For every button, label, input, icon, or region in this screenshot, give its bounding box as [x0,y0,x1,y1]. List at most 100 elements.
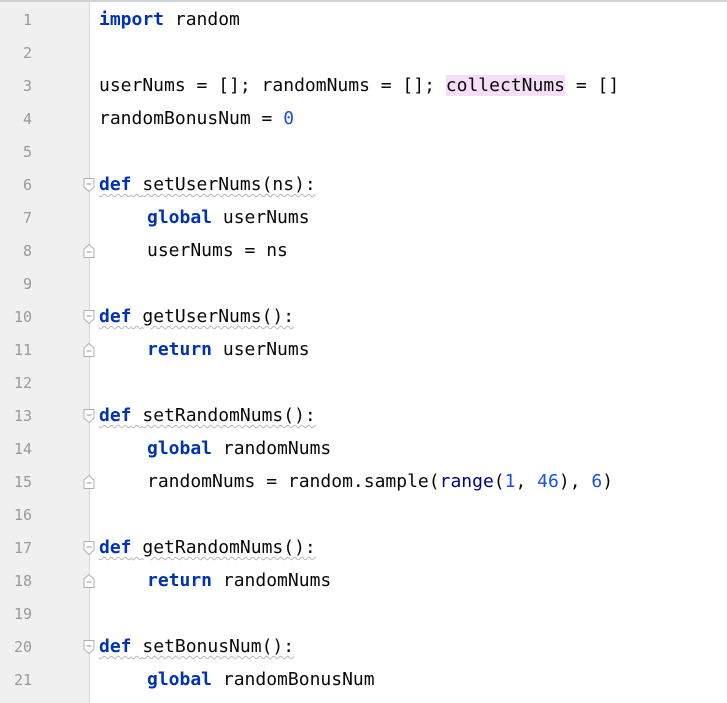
function-definition: def getRandomNums(): [99,537,316,558]
fold-end-icon[interactable] [82,342,96,358]
code-text[interactable]: def getRandomNums(): [99,537,316,559]
code-text[interactable]: randomNums = random.sample(range(1, 46),… [99,471,613,493]
fold-start-icon[interactable] [82,408,96,424]
keyword: return [147,570,213,591]
line-number: 12 [13,374,32,392]
code-token: randomNums = random.sample( [147,471,440,492]
code-text[interactable]: import random [99,9,240,31]
fold-start-icon[interactable] [82,177,96,193]
code-line[interactable]: 4 randomBonusNum = 0 [0,103,727,136]
keyword: global [147,438,213,459]
line-number: 7 [22,209,32,227]
code-line[interactable]: 14 global randomNums [0,433,727,466]
keyword: def [99,306,132,327]
code-line[interactable]: 11 return userNums [0,334,727,367]
line-number: 15 [13,473,32,491]
keyword: return [147,339,213,360]
code-line[interactable]: 10 def getUserNums(): [0,301,727,334]
code-token: userNums [222,207,310,228]
line-number: 11 [13,341,32,359]
code-text[interactable]: randomBonusNum = 0 [99,108,294,130]
code-line[interactable]: 18 return randomNums [0,565,727,598]
line-number: 18 [13,572,32,590]
number-literal: 6 [591,471,603,492]
keyword: import [99,9,165,30]
line-number: 6 [22,176,32,194]
code-line[interactable]: 21 global randomBonusNum [0,664,727,697]
code-line[interactable]: 5 [0,136,727,169]
code-text[interactable]: userNums = []; randomNums = []; collectN… [99,75,619,97]
keyword: def [99,537,132,558]
code-token: = [] [565,75,620,96]
code-line[interactable]: 1 import random [0,4,727,37]
code-line[interactable]: 20 def setBonusNum(): [0,631,727,664]
code-line[interactable]: 2 [0,37,727,70]
code-token: , [515,471,538,492]
code-text[interactable]: def setUserNums(ns): [99,174,316,196]
code-text[interactable]: userNums = ns [99,240,288,262]
fold-start-icon[interactable] [82,540,96,556]
line-number: 5 [22,143,32,161]
code-line[interactable]: 19 [0,598,727,631]
code-text[interactable]: def getUserNums(): [99,306,294,328]
function-signature: getUserNums(): [142,306,295,327]
line-number: 8 [22,242,32,260]
code-line[interactable]: 13 def setRandomNums(): [0,400,727,433]
line-number: 10 [13,308,32,326]
function-definition: def setBonusNum(): [99,636,294,657]
code-line[interactable]: 17 def getRandomNums(): [0,532,727,565]
fold-end-icon[interactable] [82,573,96,589]
code-token: randomNums [222,570,332,591]
builtin-function: range [439,471,494,492]
line-number: 13 [13,407,32,425]
code-token: random [164,9,240,30]
keyword: def [99,636,132,657]
line-number: 1 [22,11,32,29]
code-text[interactable]: global randomNums [99,438,331,460]
number-literal: 46 [537,471,559,492]
line-number: 20 [13,638,32,656]
line-number: 17 [13,539,32,557]
line-number: 3 [22,77,32,95]
code-token: userNums = ns [147,240,288,261]
code-line[interactable]: 12 [0,367,727,400]
code-line[interactable]: 7 global userNums [0,202,727,235]
code-text[interactable]: return userNums [99,339,310,361]
code-token: randomBonusNum [222,669,375,690]
fold-start-icon[interactable] [82,309,96,325]
code-token: userNums [222,339,310,360]
code-text[interactable]: global randomBonusNum [99,669,375,691]
code-text[interactable]: def setBonusNum(): [99,636,294,658]
editor-top-border [0,0,727,2]
code-text[interactable]: def setRandomNums(): [99,405,316,427]
line-number: 14 [13,440,32,458]
code-token: randomNums [222,438,332,459]
code-text[interactable]: return randomNums [99,570,331,592]
line-number: 19 [13,605,32,623]
code-editor[interactable]: 1 import random 2 3 userNums = []; rando… [0,0,727,703]
function-signature: setRandomNums(): [142,405,316,426]
fold-end-icon[interactable] [82,474,96,490]
fold-end-icon[interactable] [82,243,96,259]
code-line[interactable]: 16 [0,499,727,532]
function-definition: def setRandomNums(): [99,405,316,426]
function-signature: getRandomNums(): [142,537,316,558]
line-number: 16 [13,506,32,524]
code-line[interactable]: 15 randomNums = random.sample(range(1, 4… [0,466,727,499]
code-line[interactable]: 6 def setUserNums(ns): [0,169,727,202]
code-text[interactable]: global userNums [99,207,310,229]
code-token: randomBonusNum = [99,108,284,129]
keyword: global [147,207,213,228]
line-number: 4 [22,110,32,128]
keyword: def [99,174,132,195]
code-line[interactable]: 3 userNums = []; randomNums = []; collec… [0,70,727,103]
function-signature: setBonusNum(): [142,636,295,657]
code-line[interactable]: 9 [0,268,727,301]
line-number: 2 [22,44,32,62]
highlighted-identifier: collectNums [445,75,565,96]
code-line[interactable]: 8 userNums = ns [0,235,727,268]
number-literal: 0 [283,108,295,129]
code-token: ), [558,471,592,492]
fold-start-icon[interactable] [82,639,96,655]
line-number: 9 [22,275,32,293]
